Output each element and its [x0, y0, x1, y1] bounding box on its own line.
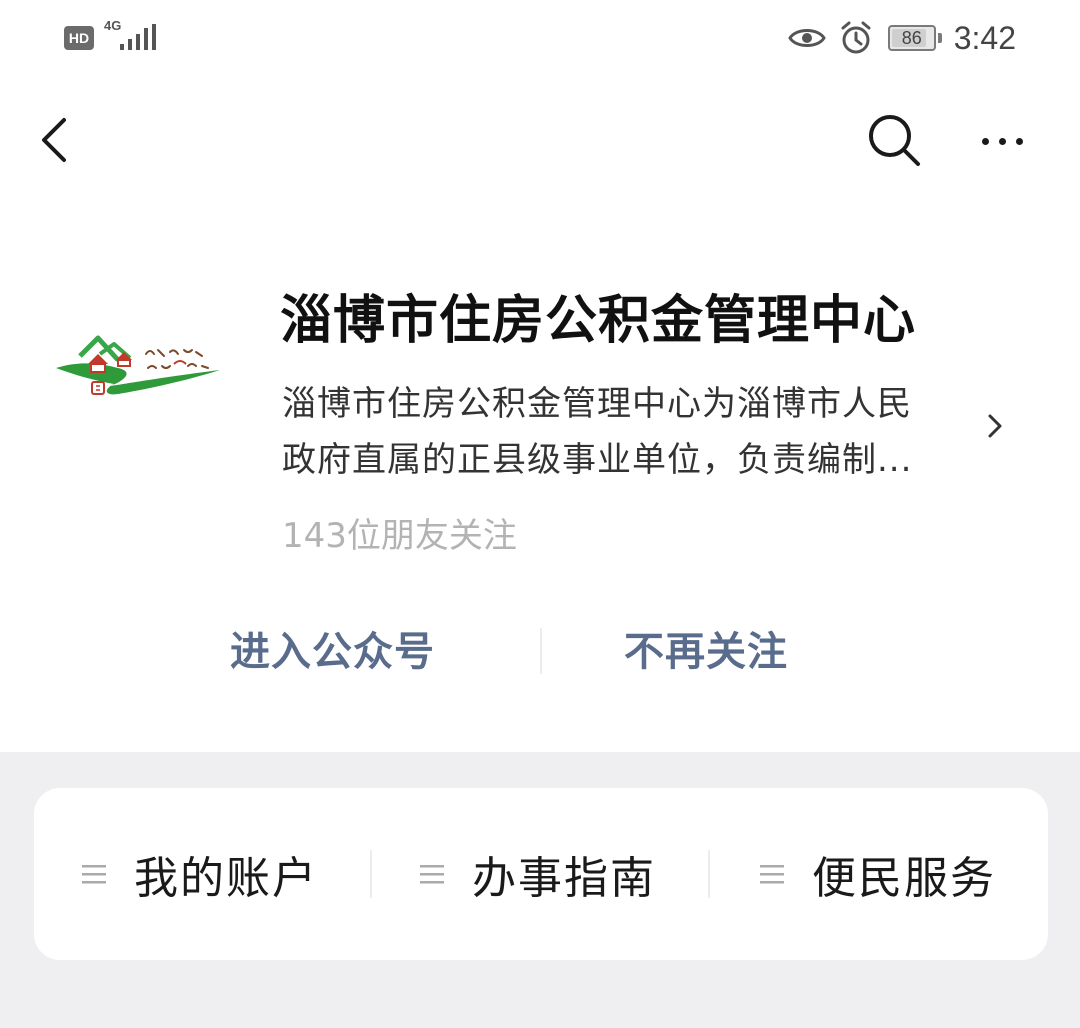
menu-item-convenience-services[interactable]: 便民服务: [758, 788, 996, 960]
status-bar: HD 4G 86 3:42: [0, 0, 1080, 76]
description-line: 政府直属的正县级事业单位，负责编制...: [282, 440, 913, 480]
more-dot: [1015, 137, 1023, 145]
more-icon[interactable]: [966, 116, 1038, 166]
menu-item-service-guide[interactable]: 办事指南: [418, 788, 656, 960]
enter-account-button[interactable]: 进入公众号: [230, 620, 435, 684]
menu-divider: [370, 850, 372, 898]
status-time: 3:42: [953, 19, 1016, 56]
hd-badge: HD: [64, 26, 94, 50]
back-arrow-icon[interactable]: [28, 108, 84, 172]
menu-lines-icon: [420, 865, 444, 884]
menu-item-label: 我的账户: [134, 853, 318, 904]
menu-lines-icon: [760, 865, 784, 884]
status-right-group: 86 3:42: [787, 18, 1016, 58]
more-dot: [998, 137, 1006, 145]
battery-percent: 86: [901, 28, 922, 48]
battery-icon: 86: [887, 25, 936, 51]
account-menu-card: 我的账户 办事指南 便民服务: [34, 788, 1048, 960]
more-dot: [981, 137, 989, 145]
account-name: 淄博市住房公积金管理中心: [280, 291, 917, 351]
signal-icon: [120, 24, 156, 50]
eye-icon: [787, 29, 826, 47]
search-icon[interactable]: [862, 108, 926, 172]
account-profile-panel: HD 4G 86 3:42 淄博市住房公积金管理中心 淄博市住房公积金管理中心为…: [0, 0, 1080, 752]
follower-count: 143位朋友关注: [282, 516, 517, 556]
housing-fund-logo: [56, 335, 220, 395]
menu-item-my-account[interactable]: 我的账户: [80, 788, 318, 960]
menu-item-label: 便民服务: [812, 853, 996, 904]
description-line: 淄博市住房公积金管理中心为淄博市人民: [282, 384, 912, 424]
action-divider: [540, 628, 542, 674]
menu-lines-icon: [82, 865, 106, 884]
account-description[interactable]: 淄博市住房公积金管理中心为淄博市人民 政府直属的正县级事业单位，负责编制...: [282, 376, 982, 488]
unfollow-button[interactable]: 不再关注: [624, 620, 788, 684]
menu-item-label: 办事指南: [472, 853, 656, 904]
menu-divider: [708, 850, 710, 898]
battery-cap: [937, 33, 942, 43]
alarm-icon: [841, 21, 871, 54]
chevron-right-icon[interactable]: [984, 408, 1008, 444]
